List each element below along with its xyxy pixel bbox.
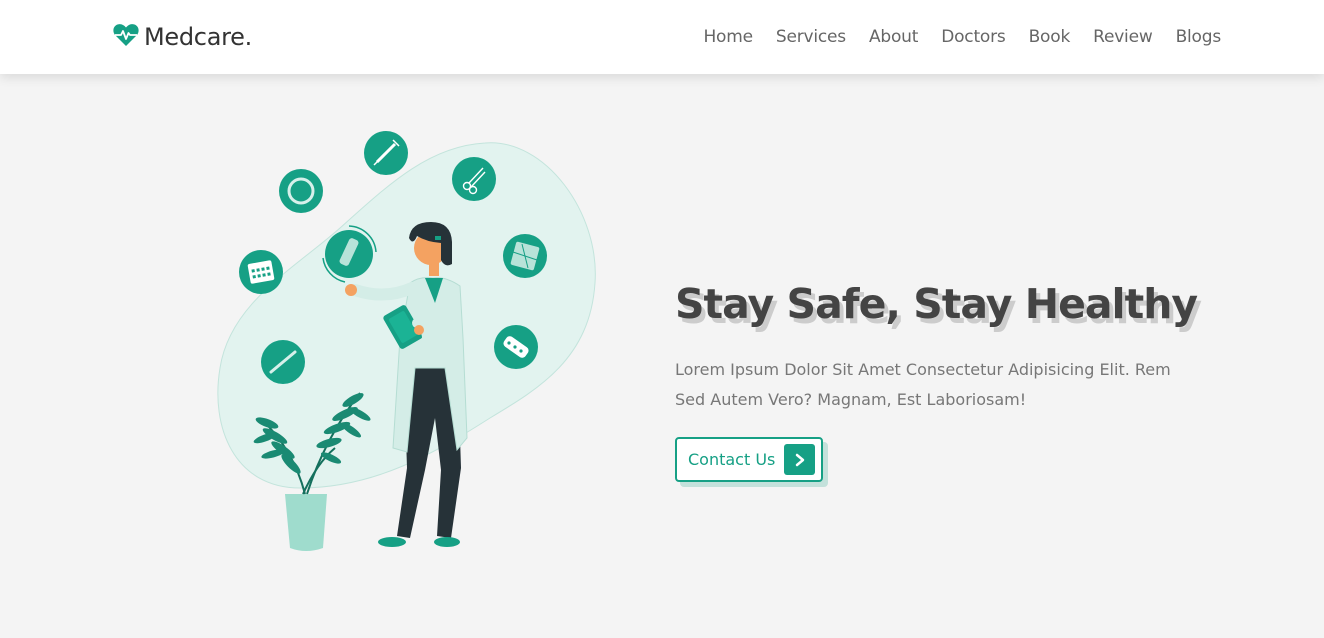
- ring-icon: [279, 169, 323, 213]
- blister-pack-icon: [503, 234, 547, 278]
- calendar-icon: [239, 250, 283, 294]
- nav-link-services[interactable]: Services: [776, 27, 846, 47]
- nav-link-review[interactable]: Review: [1093, 27, 1153, 47]
- hero-title: Stay Safe, Stay Healthy: [675, 280, 1198, 328]
- nav-link-blogs[interactable]: Blogs: [1176, 27, 1222, 47]
- hero-content: Stay Safe, Stay Healthy Lorem Ipsum Dolo…: [675, 278, 1235, 482]
- hero-description: Lorem Ipsum Dolor Sit Amet Consectetur A…: [675, 360, 1171, 409]
- heart-pulse-icon: [113, 23, 139, 51]
- thermometer-icon: [261, 340, 305, 384]
- hero-illustration: [205, 118, 615, 558]
- contact-us-button[interactable]: Contact Us: [675, 437, 824, 482]
- nav-link-doctors[interactable]: Doctors: [941, 27, 1006, 47]
- brand-logo[interactable]: Medcare.: [113, 23, 252, 51]
- chevron-right-icon: [784, 444, 816, 475]
- nav-link-book[interactable]: Book: [1029, 27, 1071, 47]
- brand-name: Medcare.: [144, 23, 252, 51]
- pills-icon: [494, 325, 538, 369]
- scissors-icon: [452, 157, 496, 201]
- site-header: Medcare. Home Services About Doctors Boo…: [0, 0, 1324, 74]
- syringe-icon: [364, 131, 408, 175]
- nav-link-about[interactable]: About: [869, 27, 918, 47]
- contact-us-label: Contact Us: [688, 450, 776, 469]
- main-nav: Home Services About Doctors Book Review …: [680, 27, 1221, 47]
- nav-link-home[interactable]: Home: [703, 27, 753, 47]
